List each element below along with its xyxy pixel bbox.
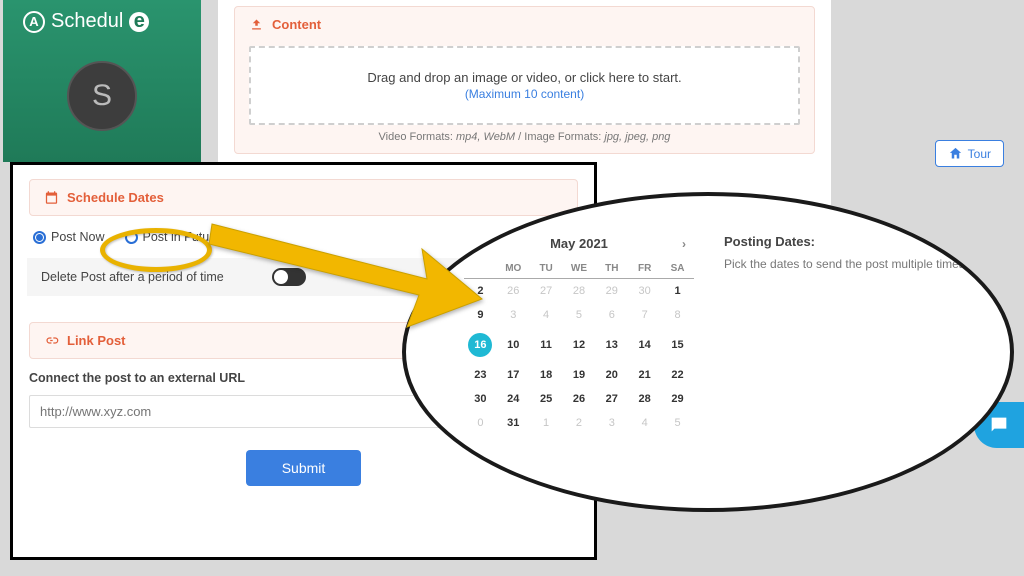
calendar-month: May 2021: [550, 236, 608, 251]
calendar-next[interactable]: ›: [682, 237, 686, 251]
calendar-day[interactable]: 5: [661, 411, 694, 435]
calendar-day[interactable]: 11: [530, 327, 563, 363]
calendar-day[interactable]: 1: [530, 411, 563, 435]
media-dropzone[interactable]: Drag and drop an image or video, or clic…: [249, 46, 800, 125]
sidebar: A Schedul e S: [3, 0, 201, 162]
radio-post-future[interactable]: Post in Future: [125, 230, 221, 244]
calendar-day[interactable]: 26: [563, 387, 596, 411]
calendar-day[interactable]: 7: [628, 303, 661, 327]
calendar-day[interactable]: 16: [464, 327, 497, 363]
calendar-day[interactable]: 4: [530, 303, 563, 327]
link-icon: [44, 333, 59, 348]
posting-dates-title: Posting Dates:: [724, 234, 970, 249]
calendar-day[interactable]: 22: [661, 363, 694, 387]
calendar-day[interactable]: 14: [628, 327, 661, 363]
calendar-day[interactable]: 17: [497, 363, 530, 387]
calendar-day[interactable]: 18: [530, 363, 563, 387]
delete-after-label: Delete Post after a period of time: [41, 270, 224, 284]
radio-icon: [33, 231, 46, 244]
posting-dates-hint: Pick the dates to send the post multiple…: [724, 257, 970, 271]
calendar-dow: WE: [563, 259, 596, 279]
calendar-day[interactable]: 10: [497, 327, 530, 363]
format-hint: Video Formats: mp4, WebM / Image Formats…: [249, 131, 800, 143]
calendar-popout: ‹ May 2021 › MOTUWETHFRSA 22627282930193…: [402, 192, 1014, 512]
calendar-day[interactable]: 21: [628, 363, 661, 387]
calendar-day[interactable]: 19: [563, 363, 596, 387]
calendar-day[interactable]: 3: [595, 411, 628, 435]
calendar-day[interactable]: 5: [563, 303, 596, 327]
brand-logo-mark: A: [23, 11, 45, 33]
dropzone-subtext: (Maximum 10 content): [261, 87, 788, 101]
calendar-day[interactable]: 6: [595, 303, 628, 327]
content-panel: Content Drag and drop an image or video,…: [234, 6, 815, 154]
calendar-dow: FR: [628, 259, 661, 279]
calendar-day[interactable]: 3: [497, 303, 530, 327]
calendar-day[interactable]: 29: [595, 279, 628, 304]
calendar-day[interactable]: 2: [464, 279, 497, 304]
calendar-dow: SA: [661, 259, 694, 279]
calendar-day[interactable]: 31: [497, 411, 530, 435]
calendar-day[interactable]: 4: [628, 411, 661, 435]
avatar[interactable]: S: [67, 61, 137, 131]
calendar-day[interactable]: 15: [661, 327, 694, 363]
radio-post-now[interactable]: Post Now: [33, 230, 105, 244]
posting-dates-panel: Posting Dates: Pick the dates to send th…: [724, 232, 970, 478]
schedule-panel-title: Schedule Dates: [44, 190, 563, 205]
home-icon: [948, 146, 963, 161]
calendar-icon: [44, 190, 59, 205]
calendar-dow: TU: [530, 259, 563, 279]
calendar-day[interactable]: 12: [563, 327, 596, 363]
brand-name: Schedul: [51, 10, 123, 33]
delete-after-toggle[interactable]: [272, 268, 306, 286]
calendar-day[interactable]: 2: [563, 411, 596, 435]
content-panel-title: Content: [249, 17, 800, 32]
calendar-day[interactable]: 30: [464, 387, 497, 411]
calendar-day[interactable]: 8: [661, 303, 694, 327]
calendar-day[interactable]: 9: [464, 303, 497, 327]
calendar-day[interactable]: 27: [530, 279, 563, 304]
calendar-day[interactable]: 20: [595, 363, 628, 387]
calendar-day[interactable]: 0: [464, 411, 497, 435]
calendar-day[interactable]: 13: [595, 327, 628, 363]
calendar[interactable]: ‹ May 2021 › MOTUWETHFRSA 22627282930193…: [464, 232, 694, 478]
upload-icon: [249, 17, 264, 32]
chat-icon: [988, 414, 1010, 436]
calendar-day[interactable]: 25: [530, 387, 563, 411]
schedule-panel: Schedule Dates: [29, 179, 578, 216]
calendar-dow: TH: [595, 259, 628, 279]
dropzone-text: Drag and drop an image or video, or clic…: [261, 70, 788, 85]
brand-logo: A Schedul e: [3, 0, 201, 43]
calendar-day[interactable]: 28: [563, 279, 596, 304]
radio-icon: [125, 231, 138, 244]
calendar-day[interactable]: 27: [595, 387, 628, 411]
submit-button[interactable]: Submit: [246, 450, 362, 486]
calendar-day[interactable]: 30: [628, 279, 661, 304]
calendar-day[interactable]: 23: [464, 363, 497, 387]
tour-button[interactable]: Tour: [935, 140, 1004, 167]
calendar-day[interactable]: 29: [661, 387, 694, 411]
calendar-day[interactable]: 1: [661, 279, 694, 304]
calendar-grid[interactable]: MOTUWETHFRSA 226272829301934567816101112…: [464, 259, 694, 435]
calendar-day[interactable]: 26: [497, 279, 530, 304]
calendar-day[interactable]: 24: [497, 387, 530, 411]
brand-logo-suffix: e: [129, 12, 149, 32]
calendar-day[interactable]: 28: [628, 387, 661, 411]
calendar-dow: MO: [497, 259, 530, 279]
